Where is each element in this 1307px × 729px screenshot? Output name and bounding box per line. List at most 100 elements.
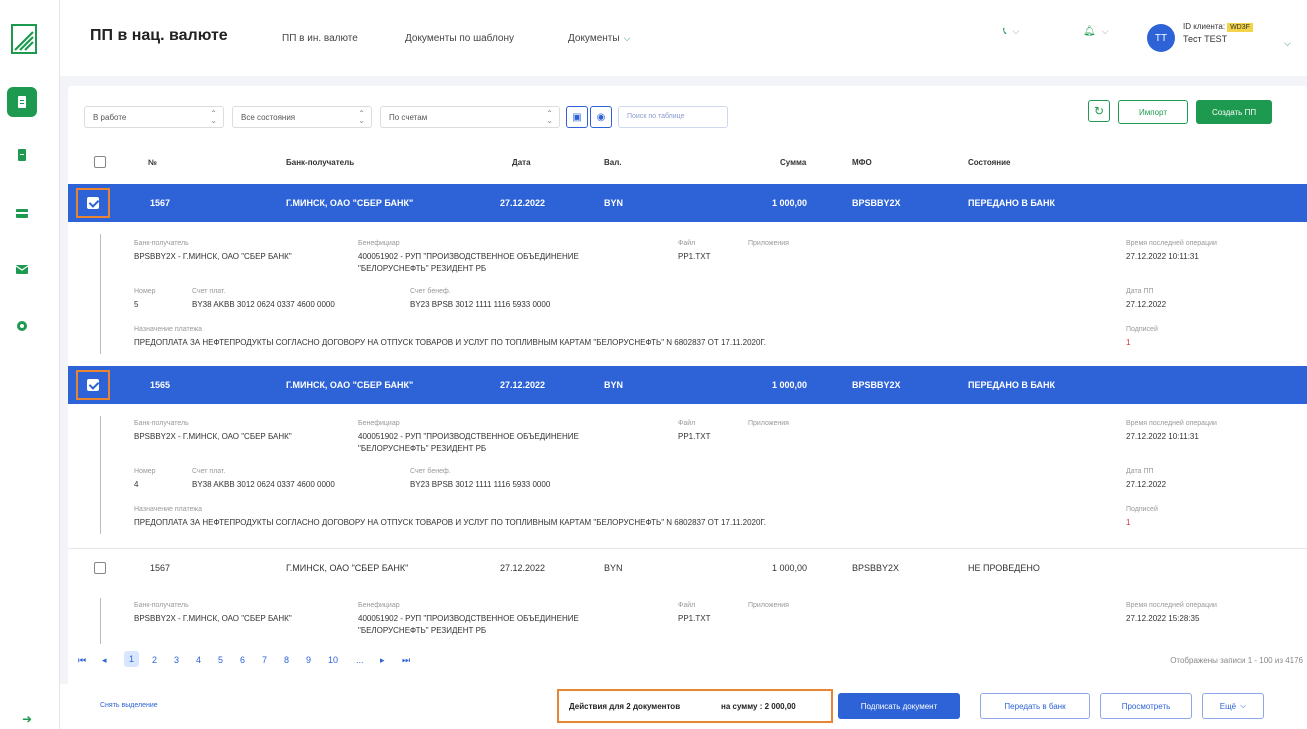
detail-signatures: 1 [1126, 338, 1131, 347]
detail-label: Банк-получатель [134, 240, 189, 247]
detail-label: Время последней операции [1126, 240, 1217, 247]
page-8[interactable]: 8 [284, 655, 289, 665]
page-ellipsis[interactable]: ... [356, 655, 364, 665]
table-row[interactable]: 1565 Г.МИНСК, ОАО "СБЕР БАНК" 27.12.2022… [68, 366, 1307, 404]
notifications-menu[interactable]: 🔔︎ ⌵ [1083, 26, 1109, 37]
client-name: Тест TEST [1183, 34, 1228, 44]
page-5[interactable]: 5 [218, 655, 223, 665]
updown-icon: ⌃ ⌄ [358, 109, 365, 125]
mail-icon[interactable] [7, 254, 37, 284]
cell-sum: 1 000,00 [772, 563, 808, 573]
cell-mfo: BPSBBY2X [852, 563, 900, 573]
sign-document-button[interactable]: Подписать документ [838, 693, 960, 719]
cell-mfo: BPSBBY2X [852, 380, 901, 390]
col-date[interactable]: Дата [512, 158, 531, 167]
send-to-bank-button[interactable]: Передать в банк [980, 693, 1090, 719]
detail-divider [100, 598, 101, 644]
chevron-down-icon: ⌵ [1240, 701, 1247, 710]
detail-file[interactable]: PP1.TXT [678, 252, 710, 261]
more-button[interactable]: Ещё ⌵ [1202, 693, 1264, 719]
col-mfo[interactable]: МФО [852, 158, 872, 167]
view-button[interactable]: Просмотреть [1100, 693, 1192, 719]
exit-icon[interactable]: ➜ [22, 712, 32, 726]
last-page-icon[interactable]: ⏭ [402, 655, 410, 666]
page-7[interactable]: 7 [262, 655, 267, 665]
cell-number: 1567 [150, 198, 171, 208]
col-sum[interactable]: Сумма [780, 158, 806, 167]
prev-page-icon[interactable]: ◂ [102, 655, 107, 666]
sidebar [0, 0, 60, 729]
chevron-down-icon: ⌵ [623, 33, 631, 43]
detail-beneficiary-2: "БЕЛОРУСНЕФТЬ" РЕЗИДЕНТ РБ [358, 444, 487, 453]
detail-label: Назначение платежа [134, 326, 202, 333]
col-bank[interactable]: Банк-получатель [286, 158, 354, 167]
detail-label: Бенефициар [358, 602, 400, 609]
selection-sum: на сумму : 2 000,00 [721, 702, 796, 711]
cell-number: 1565 [150, 380, 171, 390]
row-checkbox[interactable] [87, 197, 99, 209]
col-number[interactable]: № [148, 158, 157, 167]
detail-bank: BPSBBY2X - Г.МИНСК, ОАО "СБЕР БАНК" [134, 614, 292, 623]
next-page-icon[interactable]: ▸ [380, 655, 385, 666]
detail-divider [100, 416, 101, 534]
first-page-icon[interactable]: ⏮ [78, 655, 86, 666]
col-currency[interactable]: Вал. [604, 158, 622, 167]
table-row[interactable]: 1567 Г.МИНСК, ОАО "СБЕР БАНК" 27.12.2022… [68, 548, 1307, 586]
detail-purpose: ПРЕДОПЛАТА ЗА НЕФТЕПРОДУКТЫ СОГЛАСНО ДОГ… [134, 518, 766, 527]
state-select[interactable]: Все состояния ⌃ ⌄ [232, 106, 372, 128]
page-10[interactable]: 10 [328, 655, 338, 665]
chevron-down-icon[interactable]: ⌵ [1284, 38, 1291, 49]
page-3[interactable]: 3 [174, 655, 179, 665]
row-checkbox[interactable] [94, 562, 106, 574]
cell-bank: Г.МИНСК, ОАО "СБЕР БАНК" [286, 563, 409, 573]
cell-state: ПЕРЕДАНО В БАНК [968, 380, 1056, 390]
bell-icon: 🔔︎ [1083, 26, 1096, 37]
select-all-checkbox[interactable] [94, 156, 106, 168]
detail-label: Дата ПП [1126, 288, 1154, 295]
detail-number: 5 [134, 300, 139, 309]
create-button[interactable]: Создать ПП [1196, 100, 1272, 124]
nav-documents[interactable]: Документы ⌵ [568, 33, 630, 44]
detail-beneficiary: 400051902 - РУП "ПРОИЗВОДСТВЕННОЕ ОБЪЕДИ… [358, 252, 579, 261]
nav-templates[interactable]: Документы по шаблону [405, 33, 514, 44]
nav-documents-label: Документы [568, 33, 620, 44]
document-icon[interactable] [7, 87, 37, 117]
user-filter-icon[interactable]: ◉ [590, 106, 612, 128]
refresh-button[interactable]: ↻ [1088, 100, 1110, 122]
avatar[interactable]: ТТ [1147, 24, 1175, 52]
col-state[interactable]: Состояние [968, 158, 1010, 167]
phone-menu[interactable]: 📞︎ ⌵ [1003, 26, 1019, 37]
detail-label: Банк-получатель [134, 602, 189, 609]
detail-file[interactable]: PP1.TXT [678, 614, 710, 623]
table-row[interactable]: 1567 Г.МИНСК, ОАО "СБЕР БАНК" 27.12.2022… [68, 184, 1307, 222]
page-4[interactable]: 4 [196, 655, 201, 665]
chevron-down-icon: ⌵ [1101, 26, 1109, 36]
cell-currency: BYN [604, 198, 624, 208]
detail-file[interactable]: PP1.TXT [678, 432, 710, 441]
clear-selection-link[interactable]: Снять выделение [100, 702, 158, 709]
nav-foreign-currency[interactable]: ПП в ин. валюте [282, 33, 358, 44]
settings-icon[interactable] [7, 311, 37, 341]
import-button[interactable]: Импорт [1118, 100, 1188, 124]
detail-beneficiary-account: BY23 BPSB 3012 1111 1116 5933 0000 [410, 300, 551, 309]
detail-label: Время последней операции [1126, 420, 1217, 427]
pagination: ⏮ ◂ 1 2 3 4 5 6 7 8 9 10 ... ▸ ⏭ Отображ… [68, 646, 1307, 676]
page-2[interactable]: 2 [152, 655, 157, 665]
logo-icon[interactable] [11, 24, 37, 54]
row-detail: Банк-получатель BPSBBY2X - Г.МИНСК, ОАО … [68, 404, 1307, 550]
card-icon[interactable] [7, 198, 37, 228]
state-select-value: Все состояния [241, 113, 296, 122]
accounts-select[interactable]: По счетам ⌃ ⌄ [380, 106, 560, 128]
cell-bank: Г.МИНСК, ОАО "СБЕР БАНК" [286, 198, 414, 208]
status-select[interactable]: В работе ⌃ ⌄ [84, 106, 224, 128]
cell-date: 27.12.2022 [500, 563, 546, 573]
row-checkbox[interactable] [87, 379, 99, 391]
file-icon[interactable] [7, 140, 37, 170]
save-icon[interactable]: ▣ [566, 106, 588, 128]
page-1[interactable]: 1 [124, 651, 140, 667]
search-input[interactable]: Поиск по таблице [618, 106, 728, 128]
page-9[interactable]: 9 [306, 655, 311, 665]
detail-number: 4 [134, 480, 139, 489]
accounts-select-value: По счетам [389, 113, 428, 122]
page-6[interactable]: 6 [240, 655, 245, 665]
